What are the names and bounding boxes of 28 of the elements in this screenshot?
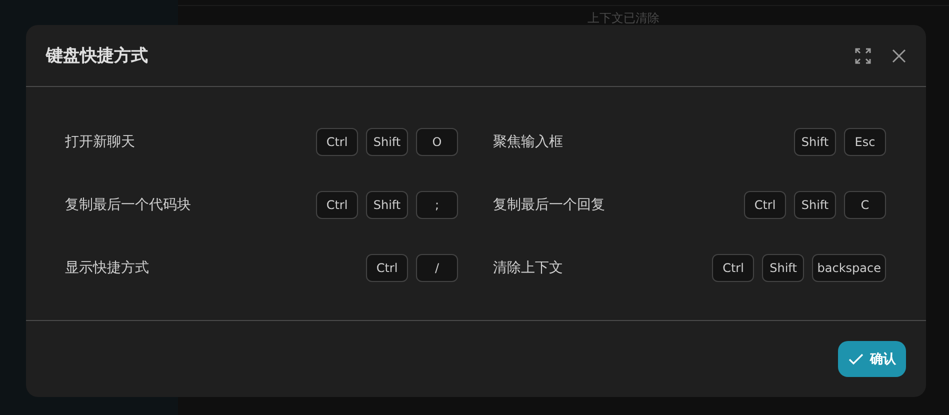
shortcut-label: 复制最后一个代码块	[65, 195, 192, 214]
check-icon	[848, 351, 864, 367]
toast-text: 上下文已清除	[588, 10, 660, 27]
shortcut-label: 显示快捷方式	[65, 258, 150, 277]
key-cap: backspace	[812, 254, 886, 282]
key-cap: Ctrl	[744, 190, 786, 218]
key-cap: ;	[416, 190, 458, 218]
key-cap: O	[416, 128, 458, 156]
key-cap: Ctrl	[712, 254, 754, 282]
shortcut-label: 复制最后一个回复	[493, 195, 606, 214]
key-cap: Shift	[794, 190, 836, 218]
confirm-button[interactable]: 确认	[838, 341, 906, 377]
key-cap: Ctrl	[316, 128, 358, 156]
key-cap: Esc	[844, 128, 886, 156]
key-cap: Ctrl	[366, 254, 408, 282]
key-cap: Shift	[366, 190, 408, 218]
key-cap: Shift	[762, 254, 804, 282]
key-cap: /	[416, 254, 458, 282]
key-cap: Shift	[366, 128, 408, 156]
key-cap: C	[844, 190, 886, 218]
shortcut-label: 聚焦输入框	[493, 132, 564, 151]
key-cap: Ctrl	[316, 190, 358, 218]
shortcut-label: 清除上下文	[493, 258, 564, 277]
shortcut-label: 打开新聊天	[65, 132, 136, 151]
fullscreen-icon[interactable]	[855, 48, 871, 64]
key-cap: Shift	[794, 128, 836, 156]
dialog-title: 键盘快捷方式	[46, 44, 149, 67]
close-icon[interactable]	[892, 48, 906, 62]
